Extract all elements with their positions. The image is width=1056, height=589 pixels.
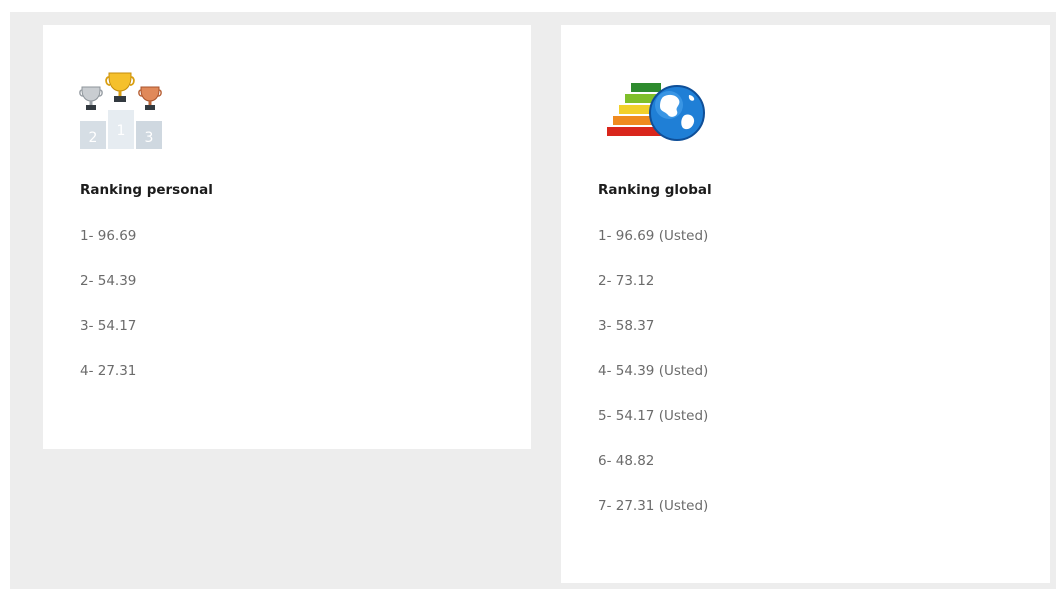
global-ranking-title: Ranking global [598, 182, 712, 198]
personal-ranking-title: Ranking personal [80, 182, 213, 198]
list-item: 2- 54.39 [80, 273, 137, 289]
list-item: 3- 54.17 [80, 318, 137, 334]
list-item: 5- 54.17 (Usted) [598, 408, 709, 424]
personal-ranking-card: 2 1 3 Ranking personal 1- 96.69 2- 54.39… [43, 25, 531, 449]
list-item: 1- 96.69 [80, 228, 137, 244]
global-ranking-card: Ranking global 1- 96.69 (Usted) 2- 73.12… [561, 25, 1050, 583]
svg-text:1: 1 [117, 123, 126, 139]
svg-text:2: 2 [89, 130, 98, 146]
svg-text:3: 3 [145, 130, 154, 146]
global-ranking-list: 1- 96.69 (Usted) 2- 73.12 3- 58.37 4- 54… [598, 227, 708, 542]
trophy-podium-icon: 2 1 3 [79, 71, 163, 151]
list-item: 4- 54.39 (Usted) [598, 363, 709, 379]
rankings-panel: 2 1 3 Ranking personal 1- 96.69 2- 54.39… [10, 12, 1056, 589]
list-item: 4- 27.31 [80, 363, 137, 379]
list-item: 3- 58.37 [598, 318, 655, 334]
list-item: 2- 73.12 [598, 273, 655, 289]
personal-ranking-list: 1- 96.69 2- 54.39 3- 54.17 4- 27.31 [80, 227, 136, 407]
list-item: 6- 48.82 [598, 453, 655, 469]
list-item: 1- 96.69 (Usted) [598, 228, 709, 244]
globe-energy-bars-icon [603, 73, 707, 147]
list-item: 7- 27.31 (Usted) [598, 498, 709, 514]
